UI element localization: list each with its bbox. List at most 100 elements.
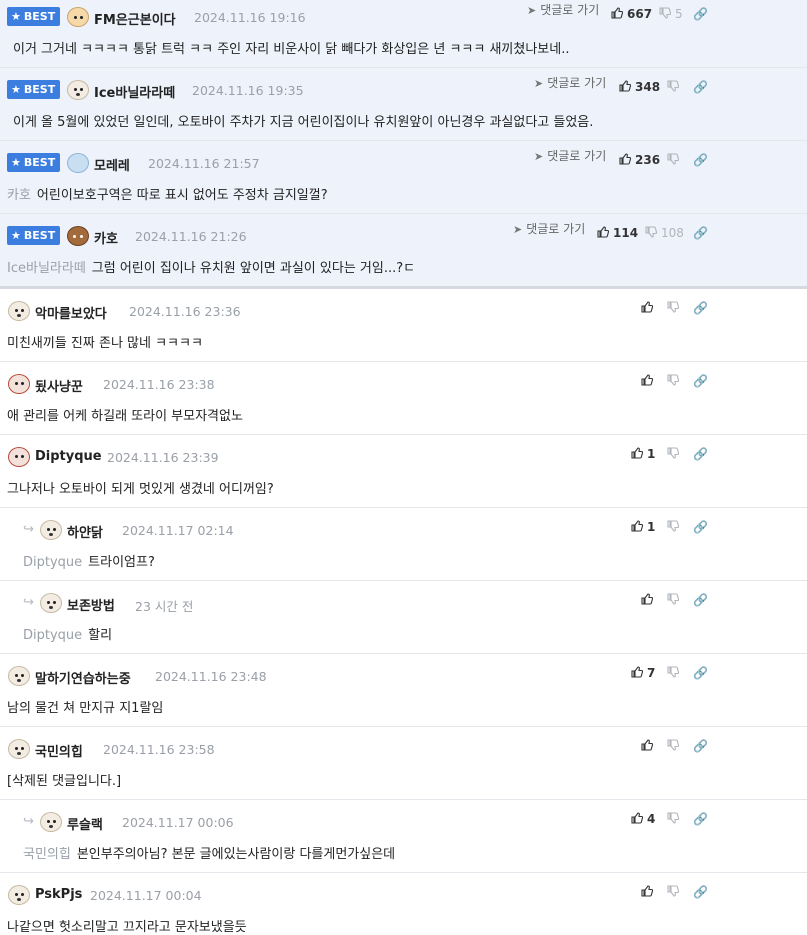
comment-author[interactable]: 보존방법	[67, 595, 115, 614]
avatar[interactable]	[8, 301, 30, 321]
avatar[interactable]	[8, 374, 30, 394]
upvote-button[interactable]: 7	[631, 666, 655, 680]
downvote-button[interactable]: 108	[645, 226, 684, 240]
link-icon[interactable]: 🔗	[693, 520, 708, 534]
comment: 됬사냥꾼 2024.11.16 23:38 🔗 애 관리를 어케 하길래 또라이…	[0, 362, 807, 435]
thumbs-down-icon	[667, 739, 679, 751]
comment-author[interactable]: Ice바닐라라떼	[94, 82, 175, 101]
comment-author[interactable]: 루슬랙	[67, 814, 103, 833]
link-icon[interactable]: 🔗	[693, 593, 708, 607]
comment-text: 국민의힙 본인부주의아님? 본문 글에있는사람이랑 다를게먼가싶은데	[23, 847, 396, 862]
link-icon[interactable]: 🔗	[693, 885, 708, 899]
avatar[interactable]	[67, 7, 89, 27]
link-icon[interactable]: 🔗	[693, 301, 708, 315]
thumbs-up-icon	[641, 739, 653, 751]
upvote-button[interactable]	[641, 301, 657, 315]
mention[interactable]: Diptyque	[23, 555, 82, 570]
downvote-count: 108	[661, 226, 684, 240]
downvote-button[interactable]	[667, 885, 683, 899]
mention[interactable]: 카호	[7, 188, 31, 203]
upvote-button[interactable]: 1	[631, 520, 655, 534]
upvote-button[interactable]	[641, 593, 657, 607]
avatar[interactable]	[8, 739, 30, 759]
link-icon[interactable]: 🔗	[693, 80, 708, 94]
downvote-button[interactable]	[667, 812, 683, 826]
comment-date: 2024.11.16 19:16	[194, 10, 306, 25]
thumbs-down-icon	[667, 666, 679, 678]
thumbs-down-icon	[667, 885, 679, 897]
upvote-button[interactable]: 667	[611, 7, 652, 21]
upvote-button[interactable]	[641, 739, 657, 753]
thumbs-up-icon	[597, 226, 609, 238]
upvote-count: 236	[635, 153, 661, 167]
link-icon[interactable]: 🔗	[693, 666, 708, 680]
goto-reply-link[interactable]: ➤ 댓글로 가기	[534, 74, 606, 91]
downvote-count: 5	[675, 7, 683, 21]
comment-author[interactable]: 됬사냥꾼	[35, 376, 83, 395]
link-icon[interactable]: 🔗	[693, 739, 708, 753]
link-icon[interactable]: 🔗	[693, 812, 708, 826]
link-icon[interactable]: 🔗	[693, 447, 708, 461]
mention[interactable]: 국민의힙	[23, 847, 71, 862]
avatar[interactable]	[8, 885, 30, 905]
avatar[interactable]	[40, 812, 62, 832]
avatar[interactable]	[67, 153, 89, 173]
avatar[interactable]	[67, 80, 89, 100]
upvote-count: 348	[635, 80, 661, 94]
thumbs-down-icon	[667, 593, 679, 605]
downvote-button[interactable]	[667, 520, 683, 534]
upvote-button[interactable]: 348	[619, 80, 660, 94]
upvote-button[interactable]: 4	[631, 812, 655, 826]
upvote-button[interactable]	[641, 374, 657, 388]
avatar[interactable]	[67, 226, 89, 246]
downvote-button[interactable]	[667, 374, 683, 388]
thumbs-down-icon	[667, 374, 679, 386]
avatar[interactable]	[40, 520, 62, 540]
best-comment: ★ BEST 카호 2024.11.16 21:26 ➤ 댓글로 가기 114 10…	[0, 214, 807, 286]
downvote-button[interactable]	[667, 593, 683, 607]
downvote-button[interactable]	[667, 447, 683, 461]
comment-author[interactable]: 국민의힙	[35, 741, 83, 760]
mention[interactable]: Diptyque	[23, 628, 82, 643]
downvote-button[interactable]	[667, 80, 683, 94]
reply-arrow-icon: ↪	[23, 595, 34, 610]
link-icon[interactable]: 🔗	[693, 226, 708, 240]
comment-author[interactable]: PskPjs	[35, 887, 82, 902]
link-icon[interactable]: 🔗	[693, 374, 708, 388]
comment-date: 2024.11.17 02:14	[122, 523, 234, 538]
comment-author[interactable]: Diptyque	[35, 449, 102, 464]
thumbs-up-icon	[619, 80, 631, 92]
goto-reply-link[interactable]: ➤ 댓글로 가기	[513, 220, 585, 237]
downvote-button[interactable]	[667, 739, 683, 753]
upvote-button[interactable]: 114	[597, 226, 638, 240]
downvote-button[interactable]	[667, 666, 683, 680]
comment-author[interactable]: 말하기연습하는중	[35, 668, 131, 687]
avatar[interactable]	[8, 666, 30, 686]
upvote-button[interactable]	[641, 885, 657, 899]
goto-reply-link[interactable]: ➤ 댓글로 가기	[534, 147, 606, 164]
link-icon[interactable]: 🔗	[693, 153, 708, 167]
best-comment: ★ BEST Ice바닐라라떼 2024.11.16 19:35 ➤ 댓글로 가기 …	[0, 68, 807, 141]
downvote-button[interactable]	[667, 301, 683, 315]
downvote-button[interactable]	[667, 153, 683, 167]
thumbs-up-icon	[631, 812, 643, 824]
best-badge: ★ BEST	[7, 80, 61, 99]
upvote-button[interactable]: 1	[631, 447, 655, 461]
comment-date: 2024.11.16 21:26	[135, 229, 247, 244]
comment-author[interactable]: 악마를보았다	[35, 303, 107, 322]
upvote-button[interactable]: 236	[619, 153, 660, 167]
downvote-button[interactable]: 5	[659, 7, 683, 21]
comment-text: 미친새끼들 진짜 존나 많네 ㅋㅋㅋㅋ	[7, 336, 203, 351]
mention[interactable]: Ice바닐라라떼	[7, 261, 86, 276]
comment-author[interactable]: FM은근본이다	[94, 9, 176, 28]
avatar[interactable]	[8, 447, 30, 467]
link-icon[interactable]: 🔗	[693, 7, 708, 21]
thumbs-down-icon	[645, 226, 657, 238]
comment-author[interactable]: 카호	[94, 228, 118, 247]
star-icon: ★	[11, 10, 21, 23]
comment-author[interactable]: 하얀닭	[67, 522, 103, 541]
goto-reply-link[interactable]: ➤ 댓글로 가기	[527, 1, 599, 18]
comment-author[interactable]: 모레레	[94, 155, 130, 174]
comment: PskPjs 2024.11.17 00:04 🔗 나같으면 헛소리말고 끄지라…	[0, 873, 807, 935]
avatar[interactable]	[40, 593, 62, 613]
